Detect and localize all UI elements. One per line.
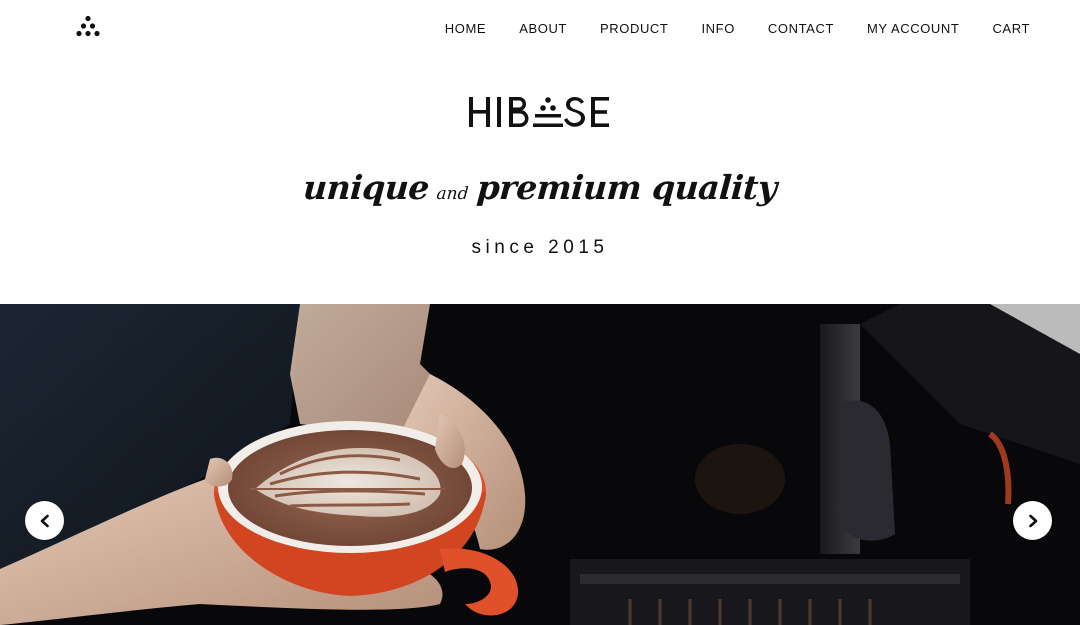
hibase-logo (469, 96, 611, 130)
hero-slider-image (0, 304, 1080, 625)
slider-prev-button[interactable] (25, 501, 64, 540)
nav-contact-link[interactable]: CONTACT (768, 21, 834, 37)
since-text: since 2015 (471, 237, 609, 258)
chevron-left-icon (38, 514, 52, 528)
main-nav: HOME ABOUT PRODUCT INFO CONTACT MY ACCOU… (445, 21, 1030, 37)
nav-product-link[interactable]: PRODUCT (600, 21, 668, 37)
brand-wordmark (0, 96, 1080, 130)
nav-cart-link[interactable]: CART (992, 21, 1030, 37)
tagline-and: and (435, 184, 470, 204)
tagline-unique: unique (301, 168, 431, 207)
tagline: unique and premium quality (0, 168, 1080, 207)
slider-next-button[interactable] (1013, 501, 1052, 540)
dots-triangle-logo-icon[interactable] (73, 14, 103, 40)
chevron-right-icon (1026, 514, 1040, 528)
nav-home-link[interactable]: HOME (445, 21, 486, 37)
page: HOME ABOUT PRODUCT INFO CONTACT MY ACCOU… (0, 0, 1080, 625)
nav-about-link[interactable]: ABOUT (519, 21, 567, 37)
nav-info-link[interactable]: INFO (701, 21, 734, 37)
tagline-premium-quality: premium quality (475, 168, 779, 207)
nav-my-account-link[interactable]: MY ACCOUNT (867, 21, 959, 37)
